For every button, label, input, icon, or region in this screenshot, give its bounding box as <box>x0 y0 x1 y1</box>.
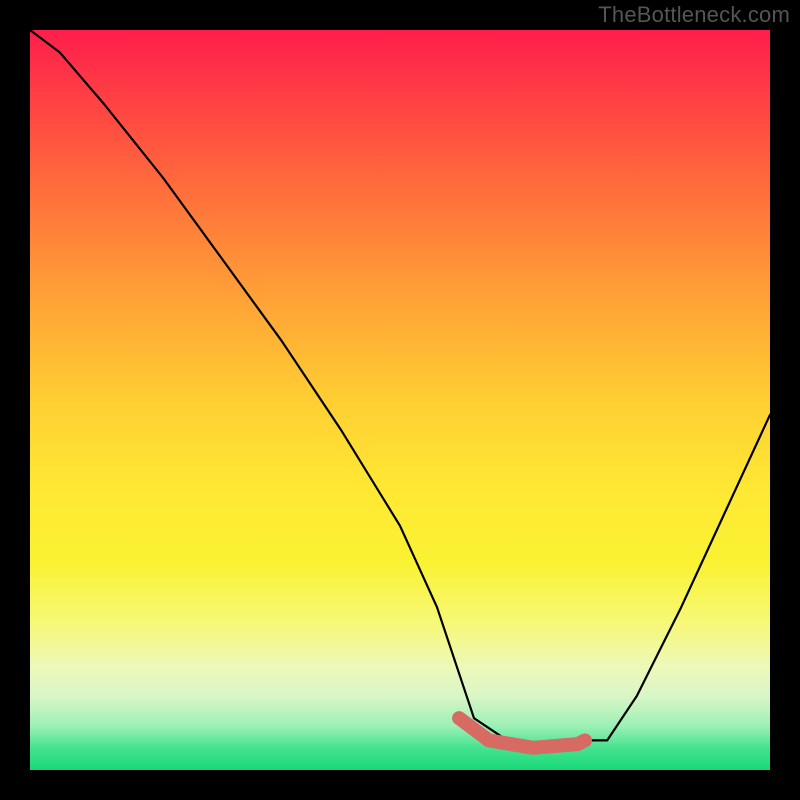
watermark-text: TheBottleneck.com <box>598 2 790 28</box>
chart-svg <box>30 30 770 770</box>
optimal-range-start-dot <box>452 711 466 725</box>
optimal-range-highlight <box>459 718 585 748</box>
bottleneck-curve <box>30 30 770 748</box>
chart-frame: TheBottleneck.com <box>0 0 800 800</box>
plot-area <box>30 30 770 770</box>
